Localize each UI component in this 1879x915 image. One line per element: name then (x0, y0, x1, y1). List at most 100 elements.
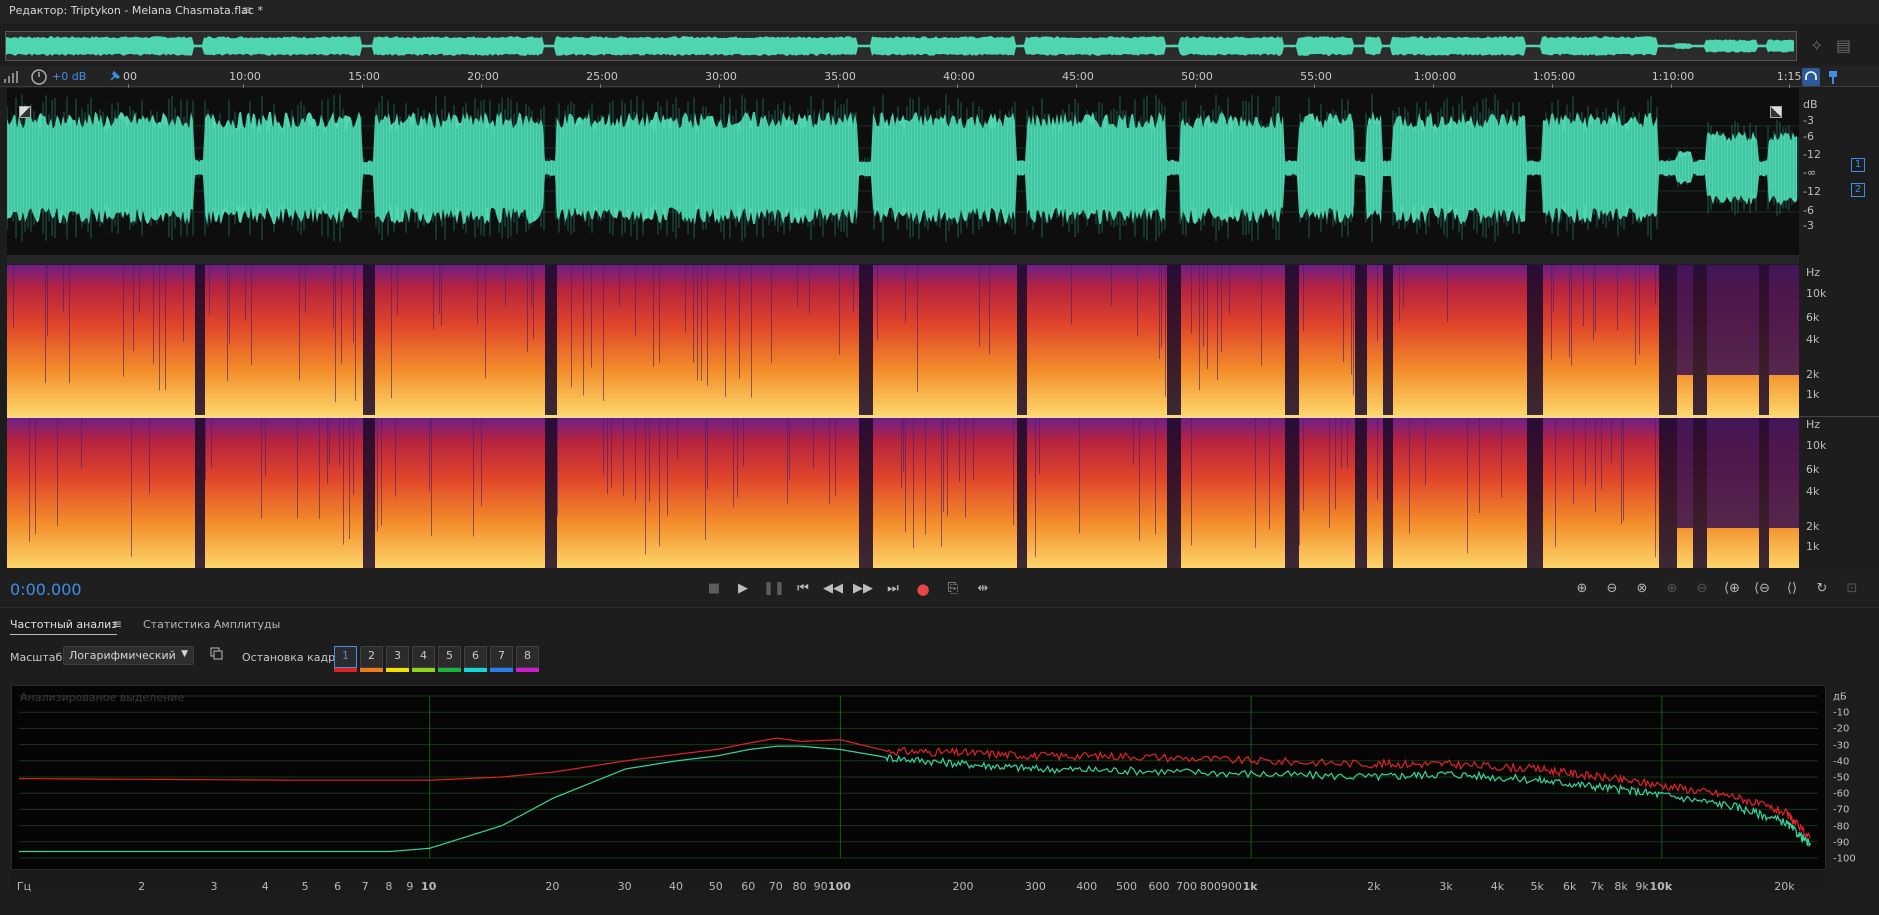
spectrogram-quiet-band (1177, 265, 1179, 415)
spectrogram-quiet-band (1297, 418, 1299, 568)
hamburger-menu-icon[interactable]: ≡ (242, 3, 252, 17)
spectrogram-streak (47, 265, 48, 337)
spectrogram-quiet-band (1721, 265, 1723, 375)
fade-out-handle-icon[interactable] (1770, 106, 1782, 118)
skip-end-icon[interactable]: ⏭ (882, 579, 904, 599)
skip-selection-icon[interactable]: ⇹ (972, 579, 994, 599)
spectrogram-streak (69, 265, 70, 384)
panel-layout-icon[interactable]: ▤ (1836, 36, 1851, 55)
pause-icon[interactable]: ❚❚ (763, 579, 785, 599)
tab-frequency-analysis[interactable]: Частотный анализ (10, 618, 118, 635)
spectrogram-quiet-band (1359, 418, 1361, 568)
spectrogram-streak (917, 265, 918, 392)
spectrogram-quiet-band (1725, 265, 1727, 375)
freeze-frame-button-3[interactable]: 3 (386, 646, 409, 668)
spectrogram-quiet-band (373, 265, 375, 415)
spectrogram-streak (431, 418, 432, 537)
stop-icon[interactable]: ■ (703, 579, 725, 599)
spectrogram-quiet-band (1689, 418, 1691, 528)
spectrogram-streak (1593, 265, 1594, 341)
timeline-tick-label: 50:00 (1181, 70, 1213, 83)
spectrogram-quiet-band (1685, 265, 1687, 375)
zoom-in-left-icon[interactable]: ⟨⊖ (1749, 578, 1775, 600)
zoom-selection-icon[interactable]: ⟨⊕ (1719, 578, 1745, 600)
copy-icon[interactable] (210, 647, 224, 661)
spectrogram-streak (481, 418, 482, 506)
spectrogram-quiet-band (1285, 265, 1287, 415)
headphone-icon[interactable] (1802, 68, 1820, 86)
frequency-tick-label: 20k (1774, 880, 1795, 893)
spectrogram-quiet-band (1739, 265, 1741, 375)
tab-amplitude-statistics[interactable]: Статистика Амплитуды (143, 618, 280, 631)
spectrogram-quiet-band (1291, 265, 1293, 415)
freeze-frame-color-bar (464, 668, 487, 672)
record-icon[interactable]: ● (912, 579, 934, 599)
gain-value[interactable]: +0 dB (52, 70, 86, 83)
spectrogram-quiet-band (1541, 265, 1543, 415)
zoom-navigator-icon[interactable]: ✧ (1810, 36, 1823, 55)
timeline-tick-label: 1:05:00 (1532, 70, 1576, 83)
freeze-frame-button-1[interactable]: 1 (334, 646, 357, 668)
spectrogram-streak (1573, 418, 1574, 505)
waveform-display[interactable] (7, 88, 1799, 255)
zoom-in-right-icon[interactable]: ⟨⟩ (1779, 578, 1805, 600)
rewind-icon[interactable]: ◀◀ (822, 579, 844, 599)
channel-2-toggle[interactable]: 2 (1851, 183, 1865, 197)
zoom-full-icon[interactable]: ↻ (1809, 578, 1835, 600)
channel-1-toggle[interactable]: 1 (1851, 158, 1865, 172)
zoom-in-amplitude-icon[interactable]: ⊕ (1569, 578, 1595, 600)
spectrogram-streak (835, 418, 836, 496)
clock-icon[interactable] (30, 68, 48, 86)
spectrogram-quiet-band (545, 418, 547, 568)
spectrogram-quiet-band (1789, 265, 1791, 375)
spectrogram-quiet-band (1531, 265, 1533, 415)
spectrogram-quiet-band (1695, 418, 1697, 568)
panel-menu-icon[interactable]: ≡ (112, 617, 122, 631)
zoom-in-time-icon[interactable]: ⊕ (1659, 578, 1685, 600)
frequency-analysis-chart[interactable] (11, 685, 1826, 870)
spectrogram-quiet-band (1535, 418, 1537, 568)
spectrogram-quiet-band (549, 418, 551, 568)
db-tick-label: -80 (1833, 821, 1850, 833)
waveform-splitter[interactable] (7, 255, 1799, 264)
spectrogram-quiet-band (1703, 265, 1705, 415)
freeze-frame-button-5[interactable]: 5 (438, 646, 461, 668)
skip-start-icon[interactable]: ⏮ (792, 579, 814, 599)
time-ruler[interactable] (0, 66, 1879, 87)
freeze-frame-button-6[interactable]: 6 (464, 646, 487, 668)
zoom-fit-icon[interactable]: ⊡ (1839, 578, 1865, 600)
spectrogram-quiet-band (1357, 418, 1359, 568)
spectrogram-quiet-band (197, 418, 199, 568)
freeze-frame-button-7[interactable]: 7 (490, 646, 513, 668)
spectrogram-quiet-band (1539, 265, 1541, 415)
pin-icon[interactable] (108, 69, 122, 83)
spectrogram-quiet-band (1685, 418, 1687, 528)
waveform-db-label: -6 (1803, 204, 1814, 217)
spectrogram-streak (439, 265, 440, 315)
zoom-reset-icon[interactable]: ⊗ (1629, 578, 1655, 600)
loop-icon[interactable]: ⎘ (942, 579, 964, 599)
spectrogram-channel-1[interactable] (7, 265, 1799, 415)
spectrogram-hz-label: 6k (1806, 311, 1820, 324)
fade-in-handle-icon[interactable] (19, 106, 31, 118)
fast-forward-icon[interactable]: ▶▶ (852, 579, 874, 599)
spectrogram-streak (739, 265, 740, 379)
frequency-tick-label: 8 (385, 880, 393, 893)
spectrogram-streak (473, 418, 474, 537)
current-time[interactable]: 0:00.000 (10, 580, 82, 599)
spectrogram-quiet-band (1535, 265, 1537, 415)
zoom-out-amplitude-icon[interactable]: ⊖ (1599, 578, 1625, 600)
zoom-out-time-icon[interactable]: ⊖ (1689, 578, 1715, 600)
overview-waveform[interactable] (5, 31, 1797, 61)
spectrogram-channel-2[interactable] (7, 418, 1799, 568)
marker-icon[interactable] (1824, 68, 1842, 86)
freeze-frame-button-8[interactable]: 8 (516, 646, 539, 668)
spectrogram-quiet-band (1683, 418, 1685, 528)
scale-select[interactable]: Логарифмический ▼ (63, 646, 194, 665)
spectrogram-streak (1165, 265, 1166, 397)
freeze-frame-button-4[interactable]: 4 (412, 646, 435, 668)
freeze-frame-button-2[interactable]: 2 (360, 646, 383, 668)
play-icon[interactable]: ▶ (732, 579, 754, 599)
spectrogram-quiet-band (1727, 265, 1729, 375)
level-meter-icon[interactable] (2, 70, 22, 84)
